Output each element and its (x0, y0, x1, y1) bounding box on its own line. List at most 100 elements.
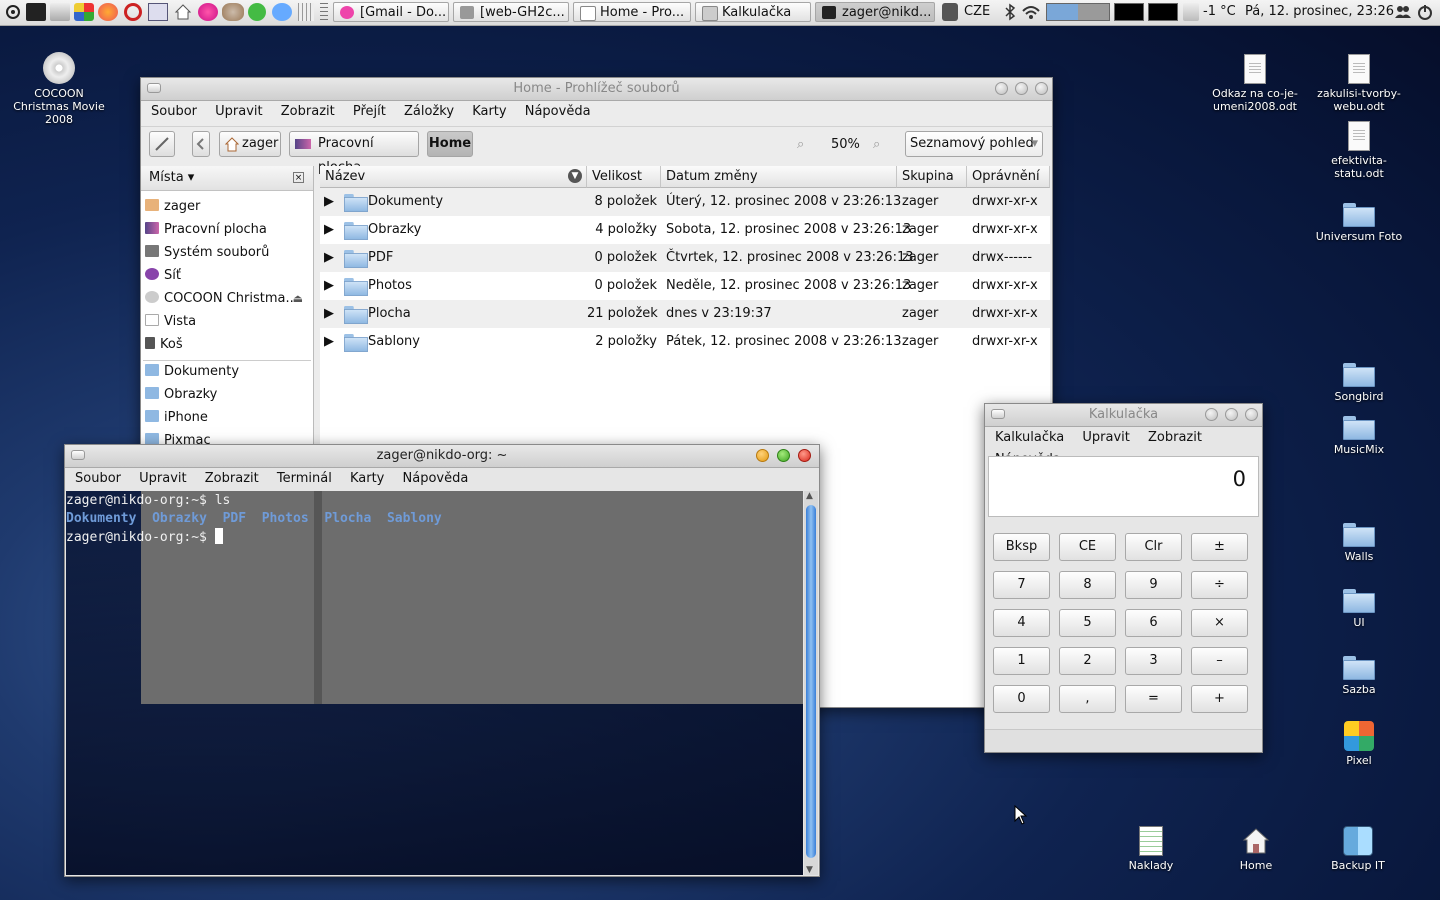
column-header-permissions[interactable]: Oprávnění (967, 166, 1050, 188)
sidebar-title[interactable]: Místa ▾ (149, 170, 194, 185)
file-manager-titlebar[interactable]: Home - Prohlížeč souborů (141, 78, 1052, 101)
desktop-icon-pixel[interactable]: Pixel (1309, 721, 1409, 767)
window-menu-icon[interactable] (71, 450, 85, 460)
text-editor-launcher-icon[interactable] (50, 3, 70, 21)
menu-kalkulacka[interactable]: Kalkulačka (995, 430, 1064, 445)
bluetooth-icon[interactable] (1004, 3, 1016, 21)
desktop-icon-home[interactable]: Home (1206, 826, 1306, 872)
users-icon[interactable] (1394, 3, 1412, 21)
system-monitor-cpu[interactable] (1114, 3, 1144, 21)
maximize-icon[interactable] (1015, 82, 1028, 95)
clear-entry-button[interactable]: CE (1059, 533, 1116, 561)
menu-upravit[interactable]: Upravit (1082, 430, 1129, 445)
close-icon[interactable] (798, 449, 811, 462)
minimize-icon[interactable] (995, 82, 1008, 95)
close-icon[interactable] (1245, 408, 1258, 421)
view-mode-select[interactable]: Seznamový pohled ▾ (905, 131, 1043, 157)
menu-zobrazit[interactable]: Zobrazit (205, 471, 259, 486)
messenger-launcher-icon[interactable] (272, 3, 292, 21)
digit-1-button[interactable]: 1 (993, 647, 1050, 675)
backspace-button[interactable]: Bksp (993, 533, 1050, 561)
sidebar-item-kos[interactable]: Koš (145, 334, 183, 356)
home-launcher-icon[interactable] (174, 3, 192, 21)
path-button-home[interactable]: Home (427, 131, 473, 157)
digit-0-button[interactable]: 0 (993, 685, 1050, 713)
window-menu-icon[interactable] (991, 409, 1005, 419)
desktop-icon-sazba[interactable]: Sazba (1309, 656, 1409, 696)
window-menu-icon[interactable] (147, 83, 161, 93)
sidebar-item-dokumenty[interactable]: Dokumenty (145, 361, 239, 383)
shutdown-icon[interactable] (1416, 3, 1434, 21)
weather-icon[interactable] (1183, 3, 1199, 21)
desktop-icon-odkaz[interactable]: Odkaz na co-je-umeni2008.odt (1205, 54, 1305, 113)
panel-handle-icon[interactable] (320, 3, 328, 21)
table-row[interactable]: ▶ Plocha 21 položek dnes v 23:19:37 zage… (320, 300, 1050, 328)
expander-icon[interactable]: ▶ (324, 328, 334, 356)
desktop-icon-musicmix[interactable]: MusicMix (1309, 416, 1409, 456)
edit-location-button[interactable] (149, 131, 175, 157)
firefox-launcher-icon[interactable] (98, 3, 118, 21)
desktop-icon-songbird[interactable]: Songbird (1309, 363, 1409, 403)
maximize-icon[interactable] (777, 449, 790, 462)
table-row[interactable]: ▶ Dokumenty 8 položek Úterý, 12. prosine… (320, 188, 1050, 216)
terminal-screen[interactable]: zager@nikdo-org:~$ ls Dokumenty Obrazky … (66, 491, 803, 875)
desktop-icon-ui[interactable]: UI (1309, 589, 1409, 629)
temperature[interactable]: -1 °C (1203, 4, 1236, 19)
volume-icon[interactable] (942, 3, 958, 21)
expander-icon[interactable]: ▶ (324, 272, 334, 300)
close-icon[interactable] (1035, 82, 1048, 95)
menu-terminal[interactable]: Terminál (277, 471, 332, 486)
task-gmail[interactable]: [Gmail - Do... (333, 2, 449, 22)
digit-8-button[interactable]: 8 (1059, 571, 1116, 599)
desktop-icon-cocoon[interactable]: COCOON Christmas Movie 2008 (9, 52, 109, 126)
terminal-launcher-icon[interactable] (26, 3, 46, 21)
plus-minus-button[interactable]: ± (1191, 533, 1248, 561)
expander-icon[interactable]: ▶ (324, 216, 334, 244)
menu-karty[interactable]: Karty (472, 104, 506, 119)
path-button-zager[interactable]: zager (219, 131, 281, 157)
table-row[interactable]: ▶ PDF 0 položek Čtvrtek, 12. prosinec 20… (320, 244, 1050, 272)
scroll-up-icon[interactable]: ▲ (806, 491, 813, 501)
add-button[interactable]: + (1191, 685, 1248, 713)
sidebar-item-cocoon[interactable]: COCOON Christma... ⏏ (145, 288, 309, 310)
desktop-icon-efektivita[interactable]: efektivita-statu.odt (1309, 121, 1409, 180)
menu-zalozky[interactable]: Záložky (404, 104, 454, 119)
subtract-button[interactable]: – (1191, 647, 1248, 675)
opera-launcher-icon[interactable] (124, 3, 142, 21)
close-icon[interactable]: × (293, 172, 304, 183)
zoom-level[interactable]: 50% (831, 137, 860, 152)
column-header-group[interactable]: Skupina (897, 166, 967, 188)
sidebar-item-pracovni-plocha[interactable]: Pracovní plocha (145, 219, 267, 241)
system-monitor-net[interactable] (1148, 3, 1178, 21)
sidebar-item-vista[interactable]: Vista (145, 311, 196, 333)
digit-6-button[interactable]: 6 (1125, 609, 1182, 637)
expander-icon[interactable]: ▶ (324, 188, 334, 216)
zoom-in-icon[interactable]: ⌕ (873, 137, 880, 152)
task-file-manager[interactable]: Home - Pro... (573, 2, 691, 22)
menu-napoveda[interactable]: Nápověda (403, 471, 469, 486)
windows-launcher-icon[interactable] (74, 3, 94, 21)
calculator-launcher-icon[interactable] (298, 3, 314, 21)
keyboard-layout[interactable]: CZE (964, 4, 990, 19)
skype-launcher-icon[interactable] (248, 3, 266, 21)
digit-3-button[interactable]: 3 (1125, 647, 1182, 675)
digit-7-button[interactable]: 7 (993, 571, 1050, 599)
desktop-icon-zakulisi[interactable]: zakulisi-tvorby-webu.odt (1309, 54, 1409, 113)
desktop-icon-backup-it[interactable]: Backup IT (1308, 826, 1408, 872)
menu-soubor[interactable]: Soubor (151, 104, 197, 119)
desktop-icon-naklady[interactable]: Naklady (1101, 826, 1201, 872)
flower-launcher-icon[interactable] (198, 3, 218, 21)
menu-upravit[interactable]: Upravit (215, 104, 262, 119)
menu-zobrazit[interactable]: Zobrazit (1148, 430, 1202, 445)
task-web[interactable]: [web-GH2c... (453, 2, 569, 22)
task-calculator[interactable]: Kalkulačka (695, 2, 811, 22)
path-back-button[interactable] (192, 131, 210, 157)
digit-5-button[interactable]: 5 (1059, 609, 1116, 637)
minimize-icon[interactable] (1205, 408, 1218, 421)
zoom-out-icon[interactable]: ⌕ (797, 137, 804, 152)
menu-karty[interactable]: Karty (350, 471, 384, 486)
workspace-switcher[interactable] (1046, 3, 1110, 21)
menu-prejit[interactable]: Přejít (353, 104, 386, 119)
table-row[interactable]: ▶ Photos 0 položek Neděle, 12. prosinec … (320, 272, 1050, 300)
sidebar-item-obrazky[interactable]: Obrazky (145, 384, 217, 406)
